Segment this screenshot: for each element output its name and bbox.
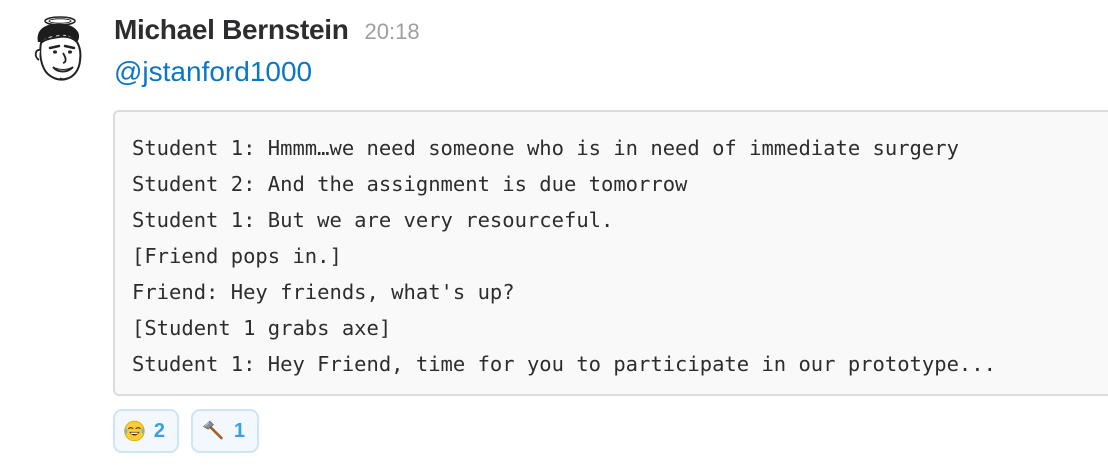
sender-name[interactable]: Michael Bernstein bbox=[114, 14, 349, 46]
reaction-count: 2 bbox=[153, 419, 165, 442]
reactions-bar: 2 1 bbox=[113, 409, 259, 453]
reaction-count: 1 bbox=[233, 419, 245, 442]
reaction-joy-button[interactable]: 2 bbox=[113, 409, 179, 453]
message-header: Michael Bernstein 20:18 bbox=[114, 14, 420, 54]
code-line: Student 1: Hmmm…we need someone who is i… bbox=[132, 136, 959, 160]
joy-emoji-icon bbox=[124, 420, 145, 442]
avatar[interactable] bbox=[20, 12, 96, 88]
user-mention-link[interactable]: @jstanford1000 bbox=[114, 56, 312, 88]
code-line: Student 1: Hey Friend, time for you to p… bbox=[132, 352, 996, 376]
code-block: Student 1: Hmmm…we need someone who is i… bbox=[113, 110, 1108, 396]
code-line: Friend: Hey friends, what's up? bbox=[132, 280, 515, 304]
code-line: Student 2: And the assignment is due tom… bbox=[132, 172, 688, 196]
chat-message: Michael Bernstein 20:18 @jstanford1000 S… bbox=[0, 0, 1108, 472]
axe-emoji-icon bbox=[203, 420, 223, 440]
reaction-axe-button[interactable]: 1 bbox=[191, 409, 259, 453]
message-timestamp[interactable]: 20:18 bbox=[365, 19, 420, 45]
code-line: [Friend pops in.] bbox=[132, 244, 342, 268]
code-line: Student 1: But we are very resourceful. bbox=[132, 208, 614, 232]
cartoon-face-avatar-icon bbox=[34, 16, 82, 81]
code-line: [Student 1 grabs axe] bbox=[132, 316, 392, 340]
